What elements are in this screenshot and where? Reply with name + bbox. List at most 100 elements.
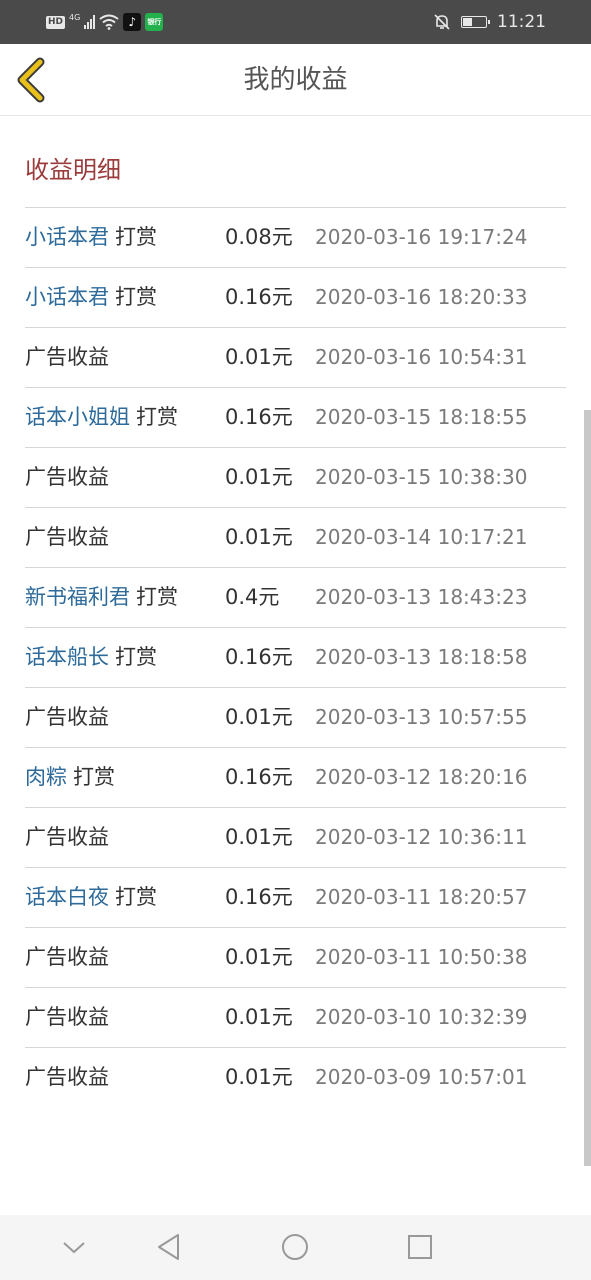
earning-amount: 0.01元 [225,825,293,849]
earning-timestamp: 2020-03-12 10:36:11 [315,825,528,849]
earning-source: 话本小姐姐 打赏 [25,388,178,448]
home-circle-icon [282,1234,308,1260]
tipper-name-link[interactable]: 新书福利君 [25,585,130,609]
list-item[interactable]: 广告收益 0.01元 2020-03-09 10:57:01 [25,1047,566,1107]
earning-amount: 0.16元 [225,285,293,309]
tipper-name-link[interactable]: 话本白夜 [25,885,109,909]
earning-source: 广告收益 [25,1048,109,1108]
bank-app-icon: 银行 [145,13,164,31]
earning-label: 广告收益 [25,1005,109,1029]
nav-back-button[interactable] [149,1227,189,1267]
earning-amount: 0.16元 [225,885,293,909]
list-item[interactable]: 广告收益 0.01元 2020-03-14 10:17:21 [25,507,566,567]
battery-icon [461,16,490,28]
earning-action: 打赏 [115,285,157,309]
list-item[interactable]: 广告收益 0.01元 2020-03-16 10:54:31 [25,327,566,387]
nav-home-button[interactable] [275,1227,315,1267]
recents-square-icon [408,1235,432,1259]
earning-source: 广告收益 [25,808,109,868]
list-item[interactable]: 肉粽 打赏 0.16元 2020-03-12 18:20:16 [25,747,566,807]
earning-source: 话本白夜 打赏 [25,868,157,928]
collapse-button[interactable] [54,1227,94,1267]
earning-source: 广告收益 [25,688,109,748]
earning-amount: 0.01元 [225,465,293,489]
earning-source: 广告收益 [25,328,109,388]
earning-source: 广告收益 [25,928,109,988]
earning-timestamp: 2020-03-16 19:17:24 [315,225,528,249]
earning-source: 小话本君 打赏 [25,208,157,268]
earning-timestamp: 2020-03-15 18:18:55 [315,405,528,429]
list-item[interactable]: 广告收益 0.01元 2020-03-11 10:50:38 [25,927,566,987]
earning-amount: 0.4元 [225,585,280,609]
list-item[interactable]: 广告收益 0.01元 2020-03-10 10:32:39 [25,987,566,1047]
status-left: HD 4G ♪ 银行 [46,11,164,33]
tipper-name-link[interactable]: 小话本君 [25,225,109,249]
earning-timestamp: 2020-03-12 18:20:16 [315,765,528,789]
list-item[interactable]: 话本小姐姐 打赏 0.16元 2020-03-15 18:18:55 [25,387,566,447]
earning-amount: 0.01元 [225,345,293,369]
status-time: 11:21 [497,12,546,32]
scrollbar[interactable] [584,410,591,1166]
earning-amount: 0.01元 [225,1065,293,1089]
list-item[interactable]: 话本船长 打赏 0.16元 2020-03-13 18:18:58 [25,627,566,687]
earning-timestamp: 2020-03-09 10:57:01 [315,1065,528,1089]
earning-timestamp: 2020-03-13 18:43:23 [315,585,528,609]
earning-timestamp: 2020-03-11 18:20:57 [315,885,528,909]
status-right: 11:21 [433,11,546,33]
section-title: 收益明细 [25,156,121,184]
tipper-name-link[interactable]: 小话本君 [25,285,109,309]
earning-label: 广告收益 [25,1065,109,1089]
chevron-left-icon [17,57,45,103]
battery-level [463,18,472,26]
system-nav-bar [0,1215,591,1280]
earning-amount: 0.16元 [225,765,293,789]
earning-timestamp: 2020-03-11 10:50:38 [315,945,528,969]
earning-amount: 0.01元 [225,525,293,549]
earning-timestamp: 2020-03-13 18:18:58 [315,645,528,669]
earning-timestamp: 2020-03-10 10:32:39 [315,1005,528,1029]
earning-timestamp: 2020-03-14 10:17:21 [315,525,528,549]
earning-amount: 0.08元 [225,225,293,249]
network-type: 4G [69,12,81,22]
tipper-name-link[interactable]: 话本船长 [25,645,109,669]
back-triangle-icon [158,1234,179,1260]
earning-label: 广告收益 [25,825,109,849]
earning-action: 打赏 [115,225,157,249]
earning-timestamp: 2020-03-16 10:54:31 [315,345,528,369]
list-item[interactable]: 广告收益 0.01元 2020-03-13 10:57:55 [25,687,566,747]
tipper-name-link[interactable]: 话本小姐姐 [25,405,130,429]
earning-source: 肉粽 打赏 [25,748,115,808]
earning-source: 话本船长 打赏 [25,628,157,688]
earning-label: 广告收益 [25,525,109,549]
earning-action: 打赏 [115,645,157,669]
earning-action: 打赏 [136,405,178,429]
bell-muted-icon [434,14,450,30]
list-item[interactable]: 广告收益 0.01元 2020-03-12 10:36:11 [25,807,566,867]
list-item[interactable]: 新书福利君 打赏 0.4元 2020-03-13 18:43:23 [25,567,566,627]
list-item[interactable]: 小话本君 打赏 0.08元 2020-03-16 19:17:24 [25,207,566,267]
list-item[interactable]: 广告收益 0.01元 2020-03-15 10:38:30 [25,447,566,507]
earning-action: 打赏 [73,765,115,789]
tipper-name-link[interactable]: 肉粽 [25,765,67,789]
earning-source: 小话本君 打赏 [25,268,157,328]
page-title: 我的收益 [243,65,348,95]
earning-amount: 0.16元 [225,405,293,429]
earning-timestamp: 2020-03-13 10:57:55 [315,705,528,729]
earning-source: 广告收益 [25,508,109,568]
list-item[interactable]: 话本白夜 打赏 0.16元 2020-03-11 18:20:57 [25,867,566,927]
nav-recents-button[interactable] [400,1227,440,1267]
earning-source: 新书福利君 打赏 [25,568,178,628]
earning-action: 打赏 [136,585,178,609]
earning-amount: 0.01元 [225,705,293,729]
signal-icon [84,15,96,29]
earning-timestamp: 2020-03-15 10:38:30 [315,465,528,489]
earning-timestamp: 2020-03-16 18:20:33 [315,285,528,309]
earning-amount: 0.01元 [225,1005,293,1029]
earning-source: 广告收益 [25,448,109,508]
earning-label: 广告收益 [25,945,109,969]
earnings-list: 小话本君 打赏 0.08元 2020-03-16 19:17:24 小话本君 打赏 0.16… [25,207,566,1107]
back-button[interactable] [12,56,56,104]
status-bar: HD 4G ♪ 银行 11:21 [0,0,591,44]
earning-amount: 0.16元 [225,645,293,669]
list-item[interactable]: 小话本君 打赏 0.16元 2020-03-16 18:20:33 [25,267,566,327]
